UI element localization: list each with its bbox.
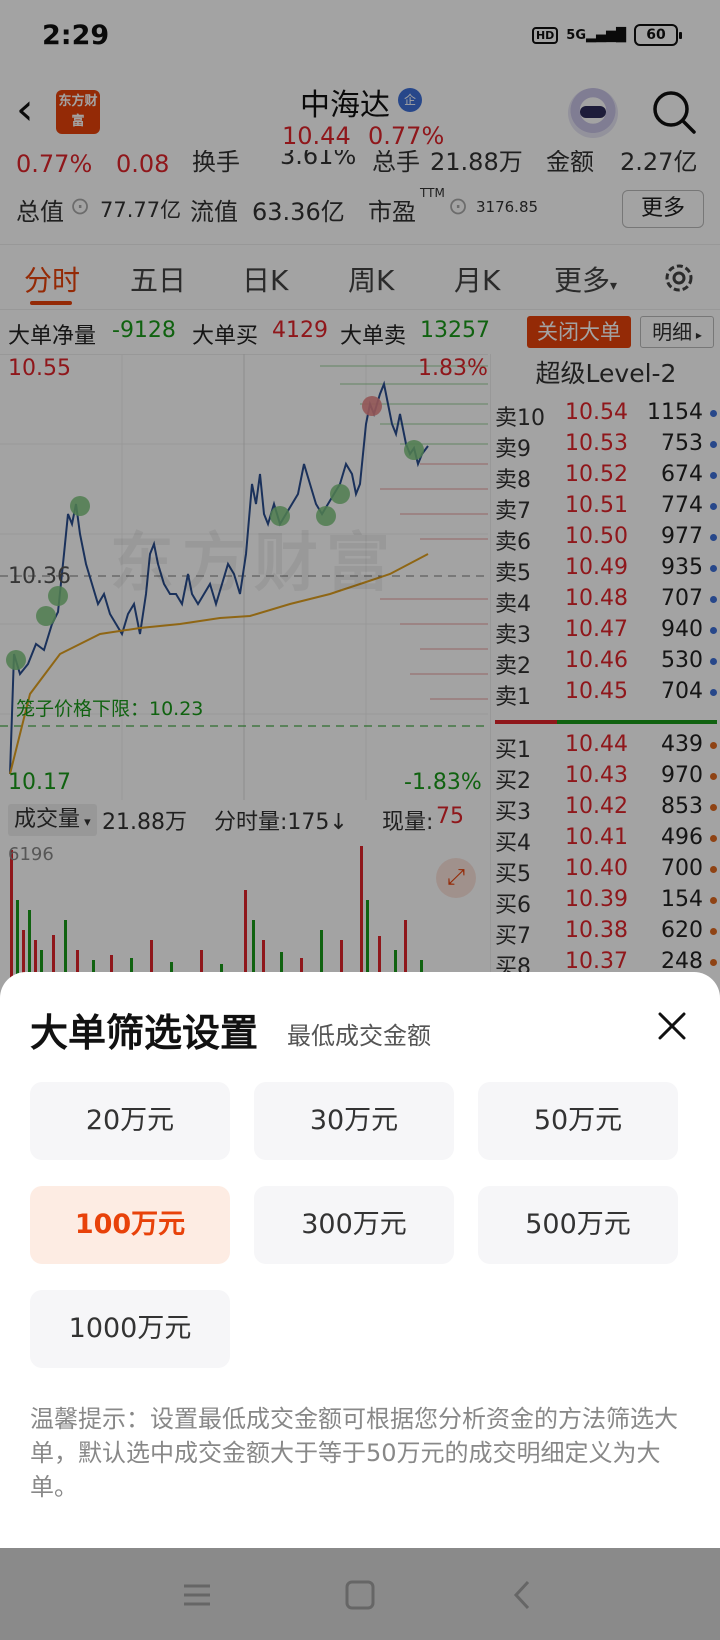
option-100w[interactable]: 100万元	[30, 1186, 230, 1264]
home-icon[interactable]	[343, 1578, 377, 1612]
system-nav-bar	[0, 1548, 720, 1640]
big-order-filter-sheet: 大单筛选设置 最低成交金额 20万元 30万元 50万元 100万元 300万元…	[0, 972, 720, 1548]
menu-icon[interactable]	[180, 1578, 214, 1612]
option-500w[interactable]: 500万元	[478, 1186, 678, 1264]
back-icon[interactable]	[506, 1578, 540, 1612]
close-icon[interactable]	[652, 1006, 692, 1046]
filter-tip: 温馨提示：设置最低成交金额可根据您分析资金的方法筛选大单，默认选中成交金额大于等…	[30, 1405, 678, 1501]
sheet-subtitle: 最低成交金额	[287, 1022, 431, 1050]
option-20w[interactable]: 20万元	[30, 1082, 230, 1160]
option-30w[interactable]: 30万元	[254, 1082, 454, 1160]
option-1000w[interactable]: 1000万元	[30, 1290, 230, 1368]
option-300w[interactable]: 300万元	[254, 1186, 454, 1264]
sheet-title: 大单筛选设置	[30, 1011, 259, 1055]
option-50w[interactable]: 50万元	[478, 1082, 678, 1160]
